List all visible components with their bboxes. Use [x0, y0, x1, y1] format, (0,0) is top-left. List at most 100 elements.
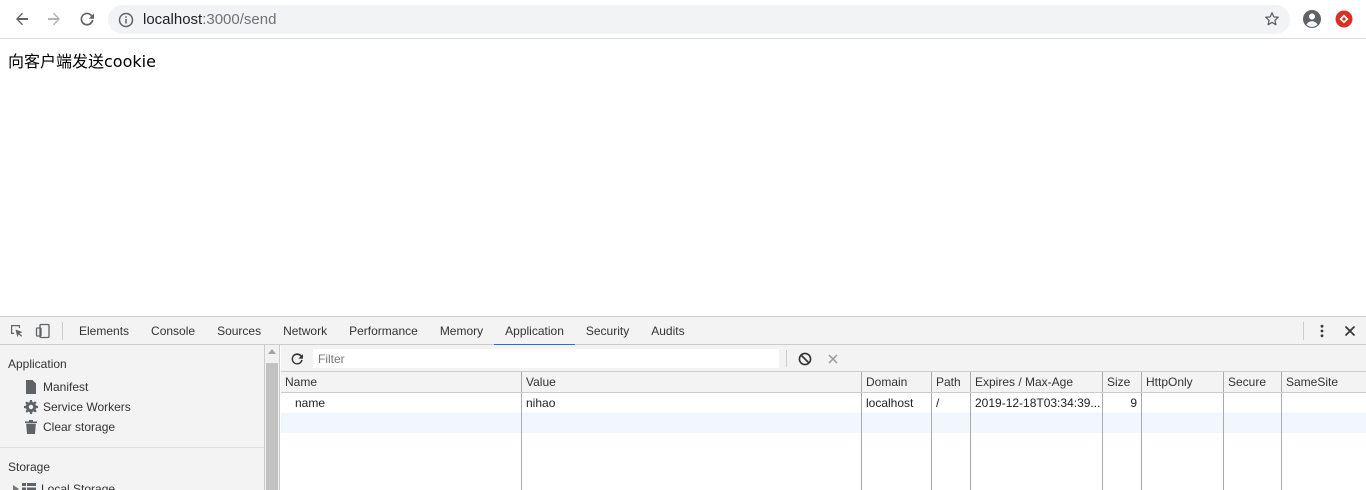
url-text[interactable]: localhost:3000/send	[143, 10, 276, 29]
sidebar-item-service-workers[interactable]: Service Workers	[24, 398, 131, 416]
tabbar-separator-right	[1303, 322, 1304, 340]
sidebar-item-label: Local Storage	[41, 482, 116, 490]
table-row-empty[interactable]	[281, 413, 1366, 433]
info-icon[interactable]	[117, 11, 134, 28]
sidebar-scrollbar[interactable]	[265, 345, 280, 490]
file-icon	[24, 380, 38, 394]
delete-selected-icon[interactable]	[824, 350, 842, 368]
extension-icon[interactable]	[1333, 8, 1355, 30]
sidebar-item-clear-storage[interactable]: Clear storage	[24, 418, 115, 436]
column-header-path[interactable]: Path	[932, 372, 971, 392]
inspect-element-icon[interactable]	[8, 322, 26, 340]
clear-all-icon[interactable]	[796, 350, 814, 368]
more-options-icon[interactable]	[1313, 322, 1331, 340]
tab-security[interactable]: Security	[575, 317, 640, 345]
devtools-panel: Elements Console Sources Network Perform…	[0, 316, 1366, 490]
column-header-value[interactable]: Value	[522, 372, 862, 392]
tab-audits[interactable]: Audits	[640, 317, 695, 345]
sidebar-section-application: Application	[8, 357, 67, 371]
column-header-httponly[interactable]: HttpOnly	[1142, 372, 1224, 392]
cell-size[interactable]: 9	[1103, 393, 1142, 413]
cell-domain[interactable]: localhost	[862, 393, 932, 413]
sidebar-item-local-storage[interactable]: Local Storage	[12, 480, 115, 490]
page-heading: 向客户端发送cookie	[8, 52, 156, 71]
column-header-name[interactable]: Name	[281, 372, 522, 392]
column-line	[1103, 433, 1142, 490]
expand-triangle-icon[interactable]	[12, 482, 20, 490]
refresh-icon[interactable]	[288, 350, 306, 368]
empty-cell	[281, 413, 522, 433]
devtools-tabs: Elements Console Sources Network Perform…	[68, 317, 696, 346]
cell-httponly[interactable]	[1142, 393, 1224, 413]
cookies-panel: Name Value Domain Path Expires / Max-Age…	[281, 345, 1366, 490]
cell-secure[interactable]	[1224, 393, 1282, 413]
empty-cell	[1282, 413, 1366, 433]
empty-cell	[1224, 413, 1282, 433]
column-line	[1282, 433, 1366, 490]
filter-separator	[786, 350, 787, 367]
url-path: :3000/send	[202, 11, 277, 28]
tab-network[interactable]: Network	[272, 317, 338, 345]
tab-application[interactable]: Application	[494, 317, 575, 346]
grid-icon	[22, 482, 36, 490]
column-header-size[interactable]: Size	[1103, 372, 1142, 392]
column-header-expires[interactable]: Expires / Max-Age	[971, 372, 1103, 392]
tabbar-separator	[62, 322, 63, 340]
gear-icon	[24, 400, 38, 414]
page-content: 向客户端发送cookie	[0, 39, 1366, 316]
cookies-filter-bar	[281, 345, 1366, 372]
cell-samesite[interactable]	[1282, 393, 1366, 413]
sidebar-item-label: Manifest	[43, 380, 89, 394]
address-bar[interactable]: localhost:3000/send	[108, 5, 1290, 34]
sidebar-divider	[0, 447, 264, 448]
back-arrow-icon	[14, 11, 30, 30]
device-toolbar-icon[interactable]	[34, 322, 52, 340]
devtools-tabbar: Elements Console Sources Network Perform…	[0, 317, 1366, 346]
cell-expires[interactable]: 2019-12-18T03:34:39...	[971, 393, 1103, 413]
column-line	[522, 433, 862, 490]
tab-performance[interactable]: Performance	[338, 317, 429, 345]
column-line	[971, 433, 1103, 490]
tab-sources[interactable]: Sources	[206, 317, 272, 345]
tab-elements[interactable]: Elements	[68, 317, 140, 345]
star-icon[interactable]	[1262, 9, 1282, 29]
sidebar-item-manifest[interactable]: Manifest	[24, 378, 88, 396]
sidebar-section-storage: Storage	[8, 460, 51, 474]
filter-input[interactable]	[313, 349, 779, 368]
forward-button[interactable]	[41, 7, 67, 33]
table-row[interactable]: name nihao localhost / 2019-12-18T03:34:…	[281, 393, 1366, 413]
cell-name[interactable]: name	[281, 393, 522, 413]
browser-toolbar: localhost:3000/send	[0, 0, 1366, 39]
empty-cell	[932, 413, 971, 433]
tab-memory[interactable]: Memory	[429, 317, 494, 345]
empty-cell	[1142, 413, 1224, 433]
sidebar-item-label: Service Workers	[43, 400, 131, 414]
empty-cell	[971, 413, 1103, 433]
cell-path[interactable]: /	[932, 393, 971, 413]
tab-console[interactable]: Console	[140, 317, 206, 345]
account-icon[interactable]	[1301, 8, 1323, 30]
empty-cell	[862, 413, 932, 433]
cookies-table: Name Value Domain Path Expires / Max-Age…	[281, 372, 1366, 490]
empty-cell	[522, 413, 862, 433]
cell-value[interactable]: nihao	[522, 393, 862, 413]
close-devtools-icon[interactable]	[1341, 322, 1359, 340]
trash-icon	[24, 420, 38, 434]
column-line	[281, 433, 522, 490]
table-header-row: Name Value Domain Path Expires / Max-Age…	[281, 372, 1366, 393]
empty-cell	[1103, 413, 1142, 433]
back-button[interactable]	[9, 7, 35, 33]
column-line	[932, 433, 971, 490]
column-header-secure[interactable]: Secure	[1224, 372, 1282, 392]
scrollbar-thumb[interactable]	[266, 363, 278, 490]
table-empty-area	[281, 433, 1366, 490]
sidebar-item-label: Clear storage	[43, 420, 116, 434]
column-header-samesite[interactable]: SameSite	[1282, 372, 1366, 392]
scroll-up-arrow-icon[interactable]	[268, 349, 276, 354]
reload-button[interactable]	[74, 7, 100, 33]
reload-icon	[79, 11, 95, 30]
column-line	[862, 433, 932, 490]
column-line	[1142, 433, 1224, 490]
column-header-domain[interactable]: Domain	[862, 372, 932, 392]
forward-arrow-icon	[46, 11, 62, 30]
